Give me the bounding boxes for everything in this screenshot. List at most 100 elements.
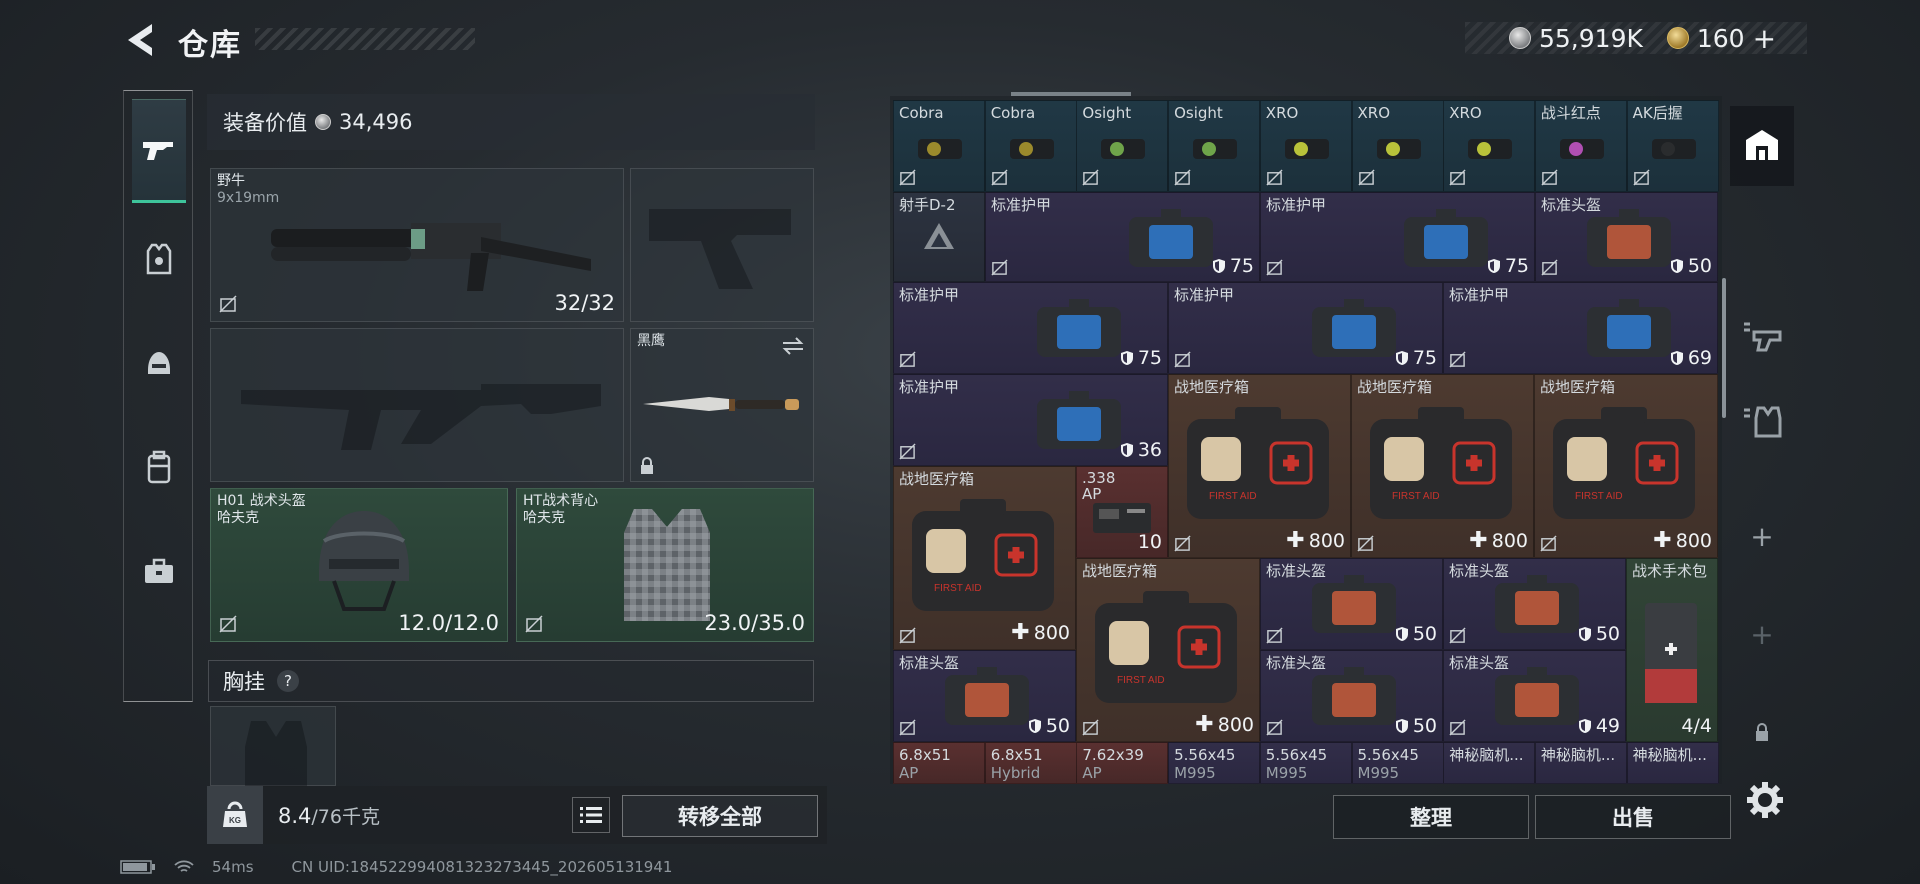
weight-readout: 8.4/76千克 [278, 802, 380, 829]
grid-cell-ammo[interactable]: 神秘脑机... [1626, 742, 1719, 784]
add-tab-button[interactable]: + [1730, 496, 1794, 576]
grid-cell-armor-1[interactable]: 标准护甲 75 [985, 192, 1260, 282]
help-icon[interactable]: ? [277, 670, 299, 692]
grid-cell-medkit-5[interactable]: 战地医疗箱 ✚ 800 FIRST AID [1076, 558, 1260, 742]
chest-rig-bar[interactable]: 胸挂 ? [208, 660, 814, 702]
rail-item-armor-filter[interactable] [1730, 382, 1794, 462]
grid-cell-helmet-3[interactable]: 标准头盔 50 [893, 650, 1076, 742]
no-insurance-icon [1541, 169, 1558, 186]
back-button[interactable] [122, 20, 158, 60]
grid-cell-armor-2[interactable]: 标准护甲 75 [1260, 192, 1535, 282]
no-insurance-icon [1449, 351, 1466, 368]
wifi-icon [174, 860, 194, 872]
currency-bar: 55,919K 160 + [1465, 22, 1807, 55]
grid-cell-ammo[interactable]: 7.62x39 AP [1076, 742, 1169, 784]
no-insurance-icon [1357, 169, 1375, 186]
grid-cell-ammo[interactable]: 5.56x45 M995 [1259, 742, 1352, 784]
pistol-silhouette-icon [649, 209, 791, 289]
sell-button[interactable]: 出售 [1535, 795, 1731, 839]
no-insurance-icon [219, 295, 237, 313]
helmet-slot[interactable]: H01 战术头盔 哈夫克 12.0/12.0 [210, 488, 508, 642]
grid-cell-surgical-kit[interactable]: 战术手术包 4/4 [1626, 558, 1718, 742]
back-arrow-icon [128, 24, 152, 56]
vest-slot[interactable]: HT战术背心 哈夫克 23.0/35.0 [516, 488, 814, 642]
grid-cell-optic[interactable]: Cobra [984, 100, 1077, 192]
grid-cell-medkit-3[interactable]: 战地医疗箱 ✚ 800 FIRST AID [1534, 374, 1718, 558]
grid-cell-ammo[interactable]: 神秘脑机... [1443, 742, 1536, 784]
grid-cell-medkit-4[interactable]: 战地医疗箱 ✚ 800 FIRST AID [893, 466, 1076, 650]
title-decoration [255, 28, 475, 50]
svg-text:FIRST AID: FIRST AID [1117, 675, 1165, 686]
add-gold-button[interactable]: + [1753, 22, 1776, 55]
svg-text:FIRST AID: FIRST AID [1392, 491, 1440, 502]
grid-cell-optic[interactable]: XRO [1351, 100, 1444, 192]
chest-rig-silhouette-icon [245, 721, 307, 787]
pistol-slot[interactable] [630, 168, 814, 322]
item-name: 7.62x39 AP [1082, 746, 1144, 782]
vest-filter-icon [1744, 406, 1782, 438]
transfer-all-button[interactable]: 转移全部 [622, 795, 818, 837]
grid-cell-ammo[interactable]: 6.8x51 AP [893, 742, 985, 784]
swap-icon[interactable] [781, 337, 805, 355]
stash-category-rail: + + [1730, 96, 1794, 741]
grid-cell-ammo[interactable]: 6.8x51 Hybrid [984, 742, 1077, 784]
secondary-weapon-slot[interactable] [210, 328, 624, 482]
grid-cell-armor-4[interactable]: 标准护甲 75 [1168, 282, 1443, 374]
rail-item-helmet[interactable] [132, 311, 186, 415]
grid-cell-ammo[interactable]: 5.56x45 M995 [1168, 742, 1261, 784]
item-name: 标准护甲 [899, 286, 960, 304]
grid-cell-armor-6[interactable]: 标准护甲 36 [893, 374, 1168, 466]
surgical-kit-image [1645, 603, 1697, 703]
no-insurance-icon [525, 615, 543, 633]
no-insurance-icon [1449, 627, 1466, 644]
grid-cell-optic[interactable]: XRO [1259, 100, 1352, 192]
grid-scrollbar[interactable] [1722, 278, 1726, 418]
rail-item-case[interactable] [132, 519, 186, 623]
item-name: Osight [1174, 104, 1223, 122]
medkit-image: FIRST AID [1095, 591, 1237, 703]
no-insurance-icon [899, 351, 916, 368]
grid-cell-armor-5[interactable]: 标准护甲 69 [1443, 282, 1718, 374]
grid-cell-optic[interactable]: Osight [1168, 100, 1261, 192]
rail-item-backpack[interactable] [132, 415, 186, 519]
grid-cell-medkit-2[interactable]: 战地医疗箱 ✚ 800 FIRST AID [1351, 374, 1534, 558]
rail-item-weapons-filter[interactable] [1730, 296, 1794, 376]
grid-cell-helmet-5[interactable]: 标准头盔 49 [1443, 650, 1626, 742]
rail-item-armor[interactable] [132, 207, 186, 311]
item-name: 战术手术包 [1632, 562, 1708, 580]
list-view-button[interactable] [572, 797, 610, 833]
optic-image [1559, 139, 1604, 159]
item-uses: 4/4 [1681, 715, 1712, 737]
optic-image [1009, 139, 1054, 159]
grid-cell-medkit-1[interactable]: 战地医疗箱 ✚ 800 FIRST AID [1168, 374, 1351, 558]
grid-cell-helmet-4[interactable]: 标准头盔 50 [1260, 650, 1443, 742]
chest-rig-slot[interactable] [210, 706, 336, 787]
svg-text:FIRST AID: FIRST AID [1575, 491, 1623, 502]
grid-cell-helmet-2[interactable]: 标准头盔 50 [1443, 558, 1626, 650]
tactical-helmet-image [319, 511, 409, 611]
grid-cell-helmet-top[interactable]: 标准头盔 50 [1535, 192, 1718, 282]
grid-cell-optic[interactable]: AK后握 [1626, 100, 1719, 192]
grid-cell-optic[interactable]: Cobra [893, 100, 985, 192]
no-insurance-icon [1082, 169, 1099, 186]
rail-item-all[interactable] [1730, 106, 1794, 186]
equipment-value: 34,496 [339, 110, 413, 134]
grid-cell-ammo-338[interactable]: .338 AP 10 [1076, 466, 1168, 558]
weight-kg-icon: KG [207, 786, 263, 844]
helmet-durability: 12.0/12.0 [398, 611, 499, 635]
grid-cell-optic[interactable]: XRO [1443, 100, 1536, 192]
primary-weapon-slot[interactable]: 野牛 9x19mm 32/32 [210, 168, 624, 322]
melee-slot[interactable]: 黑鹰 [630, 328, 814, 482]
grid-cell-shooter[interactable]: 射手D-2 [893, 192, 985, 282]
grid-cell-armor-3[interactable]: 标准护甲 75 [893, 282, 1168, 374]
rail-item-weapons[interactable] [132, 99, 186, 203]
sort-button[interactable]: 整理 [1333, 795, 1529, 839]
item-name: 6.8x51 AP [899, 746, 951, 782]
grid-cell-ammo[interactable]: 神秘脑机... [1534, 742, 1627, 784]
settings-gear-icon[interactable] [1745, 780, 1785, 820]
grid-cell-optic[interactable]: Osight [1076, 100, 1169, 192]
grid-cell-optic[interactable]: 战斗红点 [1534, 100, 1627, 192]
grid-cell-ammo[interactable]: 5.56x45 M995 [1351, 742, 1444, 784]
grid-cell-helmet-1[interactable]: 标准头盔 50 [1260, 558, 1443, 650]
no-insurance-icon [1449, 719, 1466, 736]
